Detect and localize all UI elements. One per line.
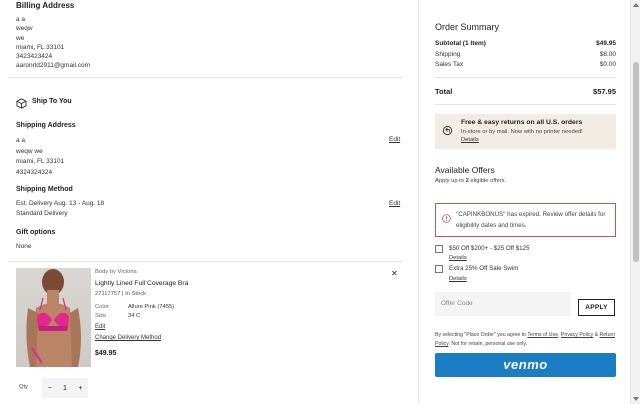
shipping-line: 4324324324 — [16, 168, 53, 176]
venmo-pay-button[interactable]: venmo — [435, 353, 616, 377]
gift-options-value: None — [16, 243, 32, 250]
total-row: Total $57.95 — [435, 87, 616, 96]
shipping-row: Shipping $8.00 — [435, 51, 616, 58]
billing-line: we — [16, 34, 25, 42]
shipping-value: $8.00 — [599, 51, 616, 58]
returns-details-link[interactable]: Details — [461, 137, 479, 143]
offer-checkbox-2[interactable] — [435, 265, 443, 273]
legal-prefix: By selecting "Place Order" you agree to — [435, 332, 528, 338]
terms-of-use-link[interactable]: Terms of Use — [527, 332, 558, 338]
offer-1-label[interactable]: $50 Off $200+ - $25 Off $125 — [449, 245, 529, 252]
total-label: Total — [435, 87, 453, 96]
total-value: $57.95 — [593, 87, 616, 96]
edit-shipping-address-link[interactable]: Edit — [389, 136, 400, 143]
privacy-policy-link[interactable]: Privacy Policy — [561, 332, 593, 338]
returns-banner: Free & easy returns on all U.S. orders I… — [435, 114, 616, 149]
delivery-method: Standard Delivery — [16, 210, 68, 217]
color-label: Color — [95, 304, 109, 310]
edit-product-link[interactable]: Edit — [95, 324, 105, 330]
billing-line: weqw — [16, 25, 33, 33]
section-divider — [8, 261, 402, 262]
size-value: 34 C — [128, 313, 141, 319]
shipping-method-title: Shipping Method — [16, 186, 73, 193]
shipping-line: a a — [16, 137, 26, 144]
estimated-delivery: Est. Delivery Aug. 13 - Aug. 18 — [16, 200, 105, 207]
subtotal-label: Subtotal (1 Item) — [435, 40, 486, 47]
summary-divider — [435, 77, 616, 78]
product-image[interactable] — [16, 268, 91, 367]
change-delivery-method-link[interactable]: Change Delivery Method — [95, 335, 161, 341]
billing-address-title: Billing Address — [16, 1, 75, 10]
shipping-line: miami, FL 33101 — [16, 158, 65, 165]
legal-notice: By selecting "Place Order" you agree to … — [435, 331, 620, 349]
gift-options-title: Gift options — [16, 229, 56, 236]
expired-offer-alert: "CAPINKBONUS" has expired. Review offer … — [435, 203, 616, 237]
returns-subtitle: In-store or by mail. Now with no printer… — [461, 129, 583, 135]
subtotal-value: $49.95 — [596, 40, 616, 47]
product-price: $49.95 — [95, 350, 117, 357]
product-sku-stock: 27117757 | In Stock — [95, 291, 147, 297]
summary-divider — [435, 104, 616, 105]
scrollbar-thumb[interactable] — [633, 62, 639, 262]
legal-suffix: . Not for resale, personal use only. — [448, 341, 528, 347]
offer-2-details-link[interactable]: Details — [449, 276, 467, 282]
apply-offer-button[interactable]: APPLY — [578, 299, 615, 316]
scroll-up-arrow-icon[interactable] — [633, 3, 639, 7]
qty-minus-button[interactable]: − — [48, 385, 52, 392]
billing-line: a a — [16, 16, 26, 23]
shipping-line: weqw we — [16, 147, 43, 155]
tax-row: Sales Tax $0.00 — [435, 61, 616, 68]
tax-value: $0.00 — [599, 61, 616, 68]
remove-item-close-icon[interactable]: ✕ — [391, 269, 398, 278]
shipping-address-title: Shipping Address — [16, 122, 76, 129]
section-divider — [8, 77, 402, 78]
checkout-details-panel: Billing Address a a weqw we miami, FL 33… — [0, 0, 418, 404]
size-label: Size — [95, 313, 107, 319]
expired-offer-message: "CAPINKBONUS" has expired. Review offer … — [456, 211, 606, 229]
qty-plus-button[interactable]: + — [78, 385, 82, 392]
billing-address-lines: a a weqw we miami, FL 33101 3423423424 a… — [16, 15, 90, 71]
qty-value: 1 — [63, 384, 67, 392]
billing-line: miami, FL 33101 — [16, 43, 65, 51]
vertical-scrollbar[interactable] — [630, 0, 640, 404]
subtotal-row: Subtotal (1 Item) $49.95 — [435, 40, 616, 47]
offers-subtitle-prefix: Apply up to — [435, 178, 466, 184]
edit-shipping-method-link[interactable]: Edit — [389, 200, 400, 207]
available-offers-subtitle: Apply up to 2 eligible offers. — [435, 178, 506, 184]
order-summary-panel: Order Summary Subtotal (1 Item) $49.95 S… — [419, 0, 630, 404]
order-summary-title: Order Summary — [435, 22, 500, 32]
billing-line: 3423423424 — [16, 53, 53, 61]
product-brand: Body by Victoria — [95, 269, 137, 275]
ship-to-you-label: Ship To You — [32, 98, 72, 105]
box-icon — [16, 96, 27, 109]
shipping-address-lines: a a weqw we miami, FL 33101 4324324324 — [16, 136, 64, 178]
return-arrow-icon — [442, 123, 453, 136]
available-offers-title: Available Offers — [435, 165, 495, 175]
scroll-down-arrow-icon[interactable] — [633, 397, 639, 401]
offer-checkbox-1[interactable] — [435, 245, 443, 253]
product-name[interactable]: Lightly Lined Full Coverage Bra — [95, 280, 188, 287]
returns-title: Free & easy returns on all U.S. orders — [461, 119, 583, 126]
offer-code-input[interactable]: Offer Code — [435, 292, 571, 316]
legal-comma: , — [557, 332, 560, 338]
alert-icon — [442, 210, 451, 223]
offers-subtitle-suffix: eligible offers. — [468, 178, 507, 184]
qty-label: Qty — [19, 384, 29, 390]
billing-line: aaronrld2911@gmail.com — [16, 62, 91, 70]
tax-label: Sales Tax — [435, 61, 464, 68]
shipping-label: Shipping — [435, 51, 461, 58]
color-value: Allure Pink (7455) — [128, 304, 175, 310]
offer-1-details-link[interactable]: Details — [449, 255, 467, 261]
quantity-stepper[interactable]: − 1 + — [42, 378, 88, 398]
offer-2-label[interactable]: Extra 25% Off Sale Swim — [449, 265, 518, 272]
